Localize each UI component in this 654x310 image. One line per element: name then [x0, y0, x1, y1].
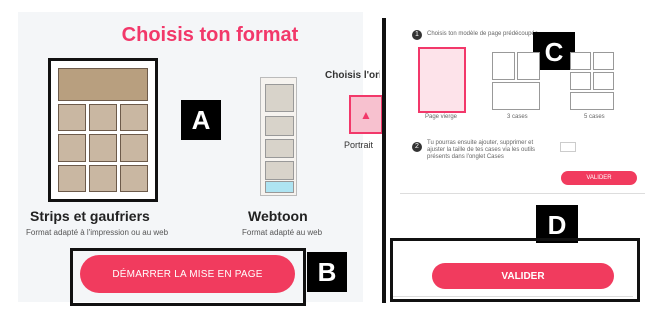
webtoon-panel [265, 139, 294, 158]
comic-panel [89, 103, 117, 132]
page-vierge-label: Page vierge [425, 114, 458, 120]
valider-button[interactable]: VALIDER [432, 263, 614, 289]
comic-panel [120, 134, 148, 162]
five-cases-option[interactable] [570, 52, 614, 110]
webtoon-panel [265, 161, 294, 180]
comic-panel [58, 68, 148, 101]
step1-label: Choisis ton modèle de page prédécoupée [427, 31, 539, 37]
three-cases-option[interactable] [492, 52, 540, 110]
comic-panel [58, 103, 86, 132]
strips-preview-image [58, 68, 148, 192]
case [593, 72, 614, 90]
portrait-label: Portrait [344, 140, 374, 150]
strips-preview-frame[interactable] [48, 58, 158, 202]
page-vierge-option[interactable] [418, 47, 466, 113]
comic-panel [89, 134, 117, 162]
page-title: Choisis ton format [121, 24, 299, 46]
vertical-divider [382, 18, 386, 303]
mountain-icon: ▲ [360, 107, 372, 122]
valider-button-small[interactable]: VALIDER [561, 171, 637, 185]
callout-label-b: B [307, 252, 347, 292]
comic-panel [120, 164, 148, 192]
strips-subtitle: Format adapté à l'impression ou au web [26, 228, 169, 237]
case [570, 52, 591, 70]
start-layout-button[interactable]: DÉMARRER LA MISE EN PAGE [80, 255, 295, 293]
step-number-1: 1 [412, 30, 422, 40]
case [492, 52, 515, 80]
portrait-option[interactable]: ▲ [349, 95, 383, 134]
three-cases-label: 3 cases [507, 114, 528, 120]
case [593, 52, 614, 70]
divider-line [400, 193, 645, 194]
webtoon-title: Webtoon [248, 208, 308, 224]
footer-line [393, 296, 633, 310]
step2-text: Tu pourras ensuite ajouter, supprimer et… [427, 140, 536, 160]
webtoon-panel [265, 181, 294, 193]
callout-label-a: A [181, 100, 221, 140]
comic-panel [58, 134, 86, 162]
webtoon-panel [265, 116, 294, 136]
comic-panel [58, 164, 86, 192]
case [517, 52, 540, 80]
case [492, 82, 540, 110]
comic-panel [120, 103, 148, 132]
cases-toggle-icon [560, 142, 576, 152]
webtoon-panel [265, 84, 294, 112]
webtoon-preview[interactable] [260, 77, 297, 196]
case [570, 72, 591, 90]
step-number-2: 2 [412, 142, 422, 152]
five-cases-label: 5 cases [584, 114, 605, 120]
webtoon-subtitle: Format adapté au web [242, 228, 323, 237]
comic-panel [89, 164, 117, 192]
case [570, 92, 614, 110]
orientation-title: Choisis l'orientation [325, 70, 380, 81]
strips-title: Strips et gaufriers [30, 208, 150, 224]
